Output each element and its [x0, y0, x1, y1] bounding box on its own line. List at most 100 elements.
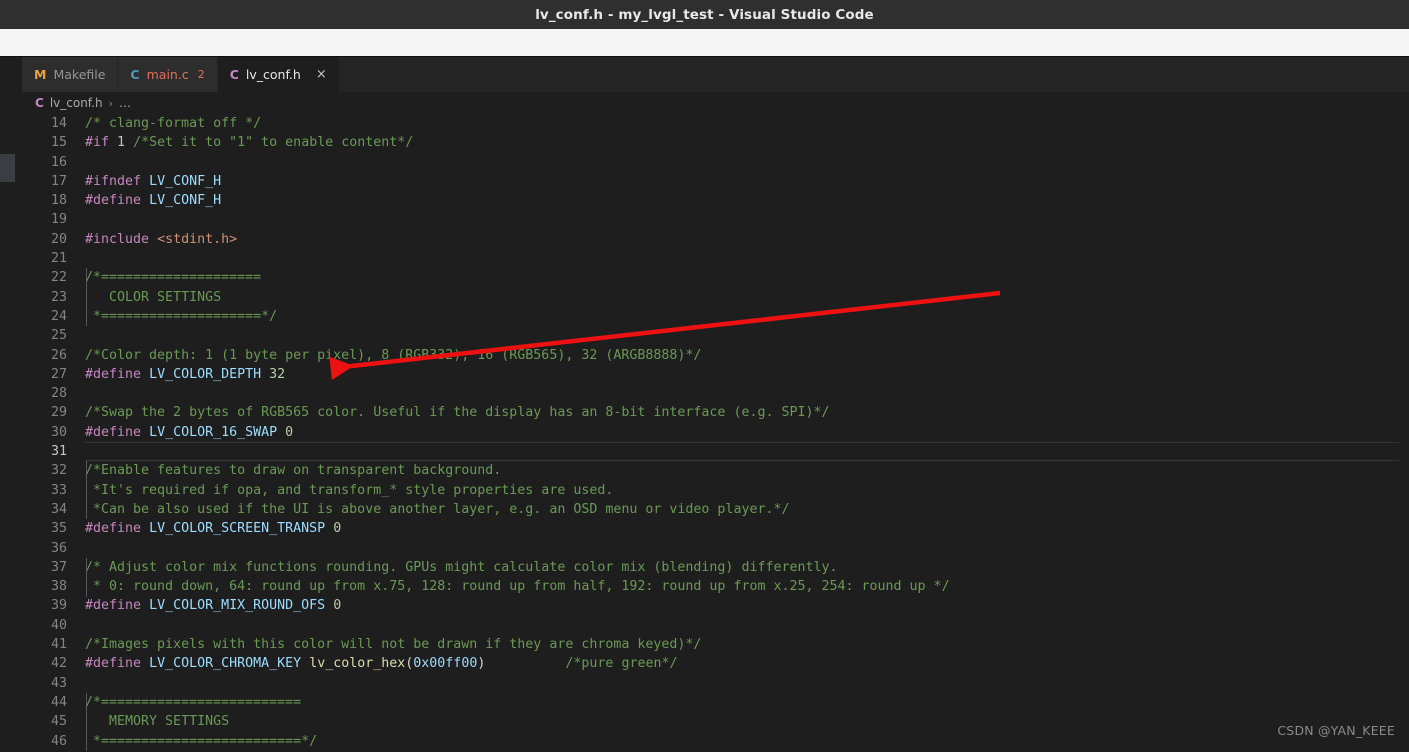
code-token-com: MEMORY SETTINGS — [85, 714, 230, 730]
code-text: *It's required if opa, and transform_* s… — [85, 481, 613, 500]
code-token-id: LV_COLOR_MIX_ROUND_OFS — [149, 598, 326, 614]
vscode-window: lv_conf.h - my_lvgl_test - Visual Studio… — [0, 0, 1409, 752]
code-line[interactable]: 16 — [15, 153, 1409, 172]
code-token-pun — [125, 135, 133, 150]
code-token-num: 0 — [333, 521, 342, 537]
code-line[interactable]: 18 #define LV_CONF_H — [15, 191, 1409, 210]
code-text: #define LV_CONF_H — [85, 191, 221, 210]
code-token-com: *It's required if opa, and transform_* s… — [85, 482, 614, 498]
code-token-pun — [141, 367, 149, 382]
tab-bar-gutter — [0, 57, 22, 92]
breadcrumb-overflow[interactable]: … — [119, 96, 131, 110]
line-number: 28 — [50, 386, 67, 402]
editor-tab-main-c[interactable]: Cmain.c 2 — [118, 57, 218, 92]
line-number: 15 — [50, 135, 67, 151]
indent-guide — [86, 268, 87, 327]
code-line[interactable]: 44 /*========================= — [15, 693, 1409, 712]
code-line[interactable]: 23 COLOR SETTINGS — [15, 288, 1409, 307]
code-token-com: *Can be also used if the UI is above ano… — [85, 501, 790, 517]
code-token-id: LV_CONF_H — [149, 193, 222, 209]
code-line[interactable]: 39 #define LV_COLOR_MIX_ROUND_OFS 0 — [15, 596, 1409, 615]
file-type-icon: C — [229, 67, 239, 82]
editor-left-rail — [0, 114, 15, 752]
code-text: /*Swap the 2 bytes of RGB565 color. Usef… — [85, 403, 830, 422]
code-line[interactable]: 15 #if 1 /*Set it to "1" to enable conten… — [15, 133, 1409, 152]
editor-tab-makefile[interactable]: M Makefile — [22, 57, 119, 92]
menu-bar[interactable] — [0, 29, 1409, 57]
code-line[interactable]: 27 #define LV_COLOR_DEPTH 32 — [15, 365, 1409, 384]
editor-tab-label: main.c — [146, 67, 189, 82]
code-token-com: /*Set it to "1" to enable content*/ — [133, 135, 414, 151]
code-text: /* clang-format off */ — [85, 114, 261, 133]
code-line[interactable]: 14 /* clang-format off */ — [15, 114, 1409, 133]
code-line[interactable]: 33 *It's required if opa, and transform_… — [15, 481, 1409, 500]
code-line[interactable]: 17 #ifndef LV_CONF_H — [15, 172, 1409, 191]
code-line[interactable]: 20 #include <stdint.h> — [15, 230, 1409, 249]
code-line[interactable]: 28 — [15, 384, 1409, 403]
code-text: COLOR SETTINGS — [85, 288, 221, 307]
code-line[interactable]: 35 #define LV_COLOR_SCREEN_TRANSP 0 — [15, 519, 1409, 538]
code-line[interactable]: 45 MEMORY SETTINGS — [15, 712, 1409, 731]
code-line[interactable]: 32 /*Enable features to draw on transpare… — [15, 461, 1409, 480]
code-token-com: /*Images pixels with this color will not… — [85, 637, 702, 653]
scrollbar-thumb[interactable] — [0, 154, 15, 182]
code-line[interactable]: 38 * 0: round down, 64: round up from x.… — [15, 577, 1409, 596]
editor-tab-problem-badge: 2 — [197, 68, 205, 81]
code-token-pun — [325, 598, 333, 613]
editor-tab-lv-conf-h[interactable]: Clv_conf.h × — [217, 57, 340, 92]
code-line[interactable]: 25 — [15, 326, 1409, 345]
title-bar: lv_conf.h - my_lvgl_test - Visual Studio… — [0, 0, 1409, 29]
code-line[interactable]: 40 — [15, 616, 1409, 635]
code-line[interactable]: 46 *=========================*/ — [15, 732, 1409, 751]
line-number: 34 — [50, 501, 67, 517]
code-token-com: /*Enable features to draw on transparent… — [85, 463, 502, 479]
code-token-id: LV_CONF_H — [149, 173, 222, 189]
code-token-pun — [261, 367, 269, 382]
code-token-com: /* clang-format off */ — [85, 116, 262, 131]
code-line[interactable]: 22 /*==================== — [15, 268, 1409, 287]
code-token-pre: #ifndef — [85, 173, 142, 189]
code-line[interactable]: 29 /*Swap the 2 bytes of RGB565 color. Us… — [15, 403, 1409, 422]
code-token-com: /*pure green*/ — [565, 656, 678, 672]
code-token-pun — [485, 656, 565, 671]
current-line-highlight — [85, 442, 1399, 462]
line-number: 27 — [50, 366, 67, 382]
code-token-pun — [141, 521, 149, 536]
code-line[interactable]: 34 *Can be also used if the UI is above … — [15, 500, 1409, 519]
code-line[interactable]: 42 #define LV_COLOR_CHROMA_KEY lv_color_h… — [15, 654, 1409, 673]
code-line[interactable]: 36 — [15, 539, 1409, 558]
code-text: /* Adjust color mix functions rounding. … — [85, 558, 838, 577]
code-token-pun — [141, 174, 149, 189]
line-number: 41 — [50, 637, 67, 653]
code-line[interactable]: 21 — [15, 249, 1409, 268]
code-token-com: /*==================== — [85, 270, 262, 286]
code-line[interactable]: 19 — [15, 210, 1409, 229]
code-line[interactable]: 41 /*Images pixels with this color will n… — [15, 635, 1409, 654]
c-file-icon: C — [35, 96, 44, 110]
code-token-pun — [141, 598, 149, 613]
line-number: 38 — [50, 579, 67, 595]
code-lines-container[interactable]: 14 /* clang-format off */ 15 #if 1 /*Set it… — [15, 114, 1409, 752]
code-line[interactable]: 37 /* Adjust color mix functions rounding… — [15, 558, 1409, 577]
code-line[interactable]: 43 — [15, 674, 1409, 693]
code-line[interactable]: 30 #define LV_COLOR_16_SWAP 0 — [15, 423, 1409, 442]
line-number: 43 — [50, 675, 67, 691]
code-token-pre: #include — [85, 231, 150, 247]
file-type-icon: C — [130, 67, 140, 82]
line-number: 44 — [50, 694, 67, 710]
code-text: #define LV_COLOR_SCREEN_TRANSP 0 — [85, 519, 341, 538]
code-token-id: LV_COLOR_16_SWAP — [149, 424, 278, 440]
code-token-id: LV_COLOR_SCREEN_TRANSP — [149, 521, 326, 537]
line-number: 20 — [50, 231, 67, 247]
breadcrumb[interactable]: C lv_conf.h › … — [0, 92, 1409, 114]
close-icon[interactable]: × — [316, 68, 327, 81]
code-editor[interactable]: 14 /* clang-format off */ 15 #if 1 /*Set it… — [0, 114, 1409, 752]
breadcrumb-file[interactable]: lv_conf.h — [50, 96, 103, 110]
code-line[interactable]: 26 /*Color depth: 1 (1 byte per pixel), 8… — [15, 346, 1409, 365]
code-line[interactable]: 24 *====================*/ — [15, 307, 1409, 326]
code-line[interactable]: 31 — [15, 442, 1409, 462]
editor-tab-label: lv_conf.h — [245, 67, 301, 82]
line-number: 21 — [50, 251, 67, 267]
code-token-pun — [141, 193, 149, 208]
code-token-com: COLOR SETTINGS — [85, 289, 222, 305]
